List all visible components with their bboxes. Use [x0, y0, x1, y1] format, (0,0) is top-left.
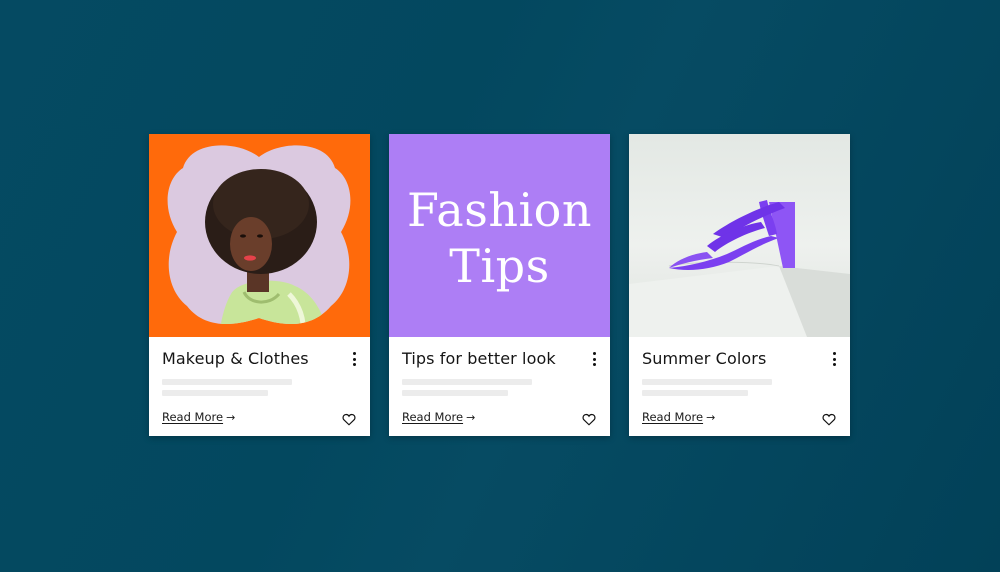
read-more-link[interactable]: Read More →: [642, 410, 715, 424]
woman-portrait-illustration: [167, 145, 351, 325]
fashion-tips-graphic: Fashion Tips: [389, 182, 610, 294]
heart-icon[interactable]: [822, 413, 836, 426]
text-placeholder-line: [162, 379, 292, 385]
more-vertical-icon[interactable]: [589, 352, 599, 366]
arrow-right-icon: →: [466, 411, 476, 424]
text-placeholder-line: [162, 390, 268, 396]
card-body: Tips for better look Read More →: [389, 337, 610, 436]
card-title[interactable]: Summer Colors: [642, 349, 766, 368]
heart-icon[interactable]: [342, 413, 356, 426]
text-placeholder-line: [402, 390, 508, 396]
arrow-right-icon: →: [706, 411, 716, 424]
card-body: Summer Colors Read More →: [629, 337, 850, 436]
more-vertical-icon[interactable]: [829, 352, 839, 366]
purple-heel-sandal-illustration: [629, 200, 850, 337]
card-title[interactable]: Makeup & Clothes: [162, 349, 309, 368]
card-image-sandal[interactable]: [629, 134, 850, 337]
graphic-text-line: Tips: [449, 239, 550, 293]
card-body: Makeup & Clothes Read More →: [149, 337, 370, 436]
read-more-link[interactable]: Read More →: [402, 410, 475, 424]
text-placeholder-line: [642, 390, 748, 396]
card-image-fashion-tips[interactable]: Fashion Tips: [389, 134, 610, 337]
arrow-right-icon: →: [226, 411, 236, 424]
blog-card-tips[interactable]: Fashion Tips Tips for better look Read M…: [389, 134, 610, 436]
graphic-text-line: Fashion: [407, 183, 592, 237]
read-more-link[interactable]: Read More →: [162, 410, 235, 424]
card-title[interactable]: Tips for better look: [402, 349, 556, 368]
blog-card-makeup-clothes[interactable]: Makeup & Clothes Read More →: [149, 134, 370, 436]
card-image-portrait[interactable]: [149, 134, 370, 337]
text-placeholder-line: [642, 379, 772, 385]
blog-cards-row: Makeup & Clothes Read More → Fashion Tips…: [149, 134, 850, 436]
read-more-label: Read More: [162, 410, 224, 424]
read-more-label: Read More: [642, 410, 704, 424]
text-placeholder-line: [402, 379, 532, 385]
more-vertical-icon[interactable]: [349, 352, 359, 366]
blog-card-summer-colors[interactable]: Summer Colors Read More →: [629, 134, 850, 436]
heart-icon[interactable]: [582, 413, 596, 426]
read-more-label: Read More: [402, 410, 464, 424]
